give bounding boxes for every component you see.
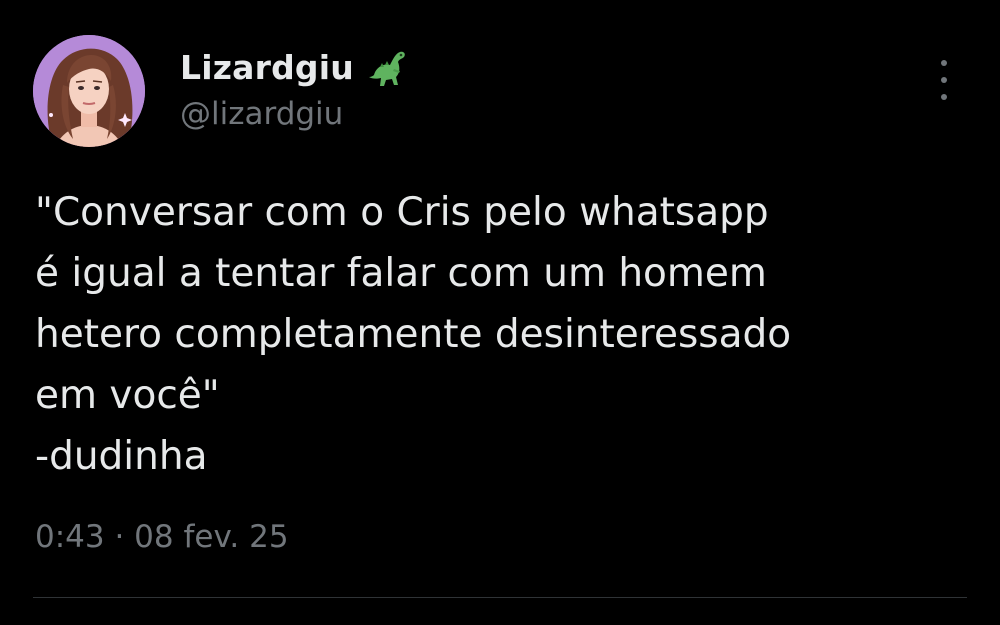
tweet-text-line: é igual a tentar falar com um homem [35, 251, 767, 296]
more-vertical-icon[interactable] [932, 60, 956, 100]
more-dot [941, 60, 947, 66]
author-display-name[interactable]: Lizardgiu [180, 48, 354, 87]
avatar[interactable] [33, 35, 145, 147]
tweet-card: Lizardgiu @lizardgiu "Conversar com o Cr… [0, 0, 1000, 625]
dinosaur-emoji-icon [366, 45, 410, 89]
author-handle[interactable]: @lizardgiu [180, 96, 343, 132]
more-dot [941, 94, 947, 100]
more-dot [941, 77, 947, 83]
tweet-timestamp[interactable]: 0:43 · 08 fev. 25 [35, 519, 289, 555]
divider [33, 597, 967, 598]
tweet-text: "Conversar com o Cris pelo whatsapp é ig… [35, 182, 975, 487]
author-name-row: Lizardgiu [180, 42, 410, 92]
illustrated-woman-avatar-icon [33, 35, 145, 147]
tweet-text-line: -dudinha [35, 434, 208, 479]
tweet-text-line: em você" [35, 373, 220, 418]
tweet-text-line: hetero completamente desinteressado [35, 312, 792, 357]
tweet-text-line: "Conversar com o Cris pelo whatsapp [35, 190, 769, 235]
